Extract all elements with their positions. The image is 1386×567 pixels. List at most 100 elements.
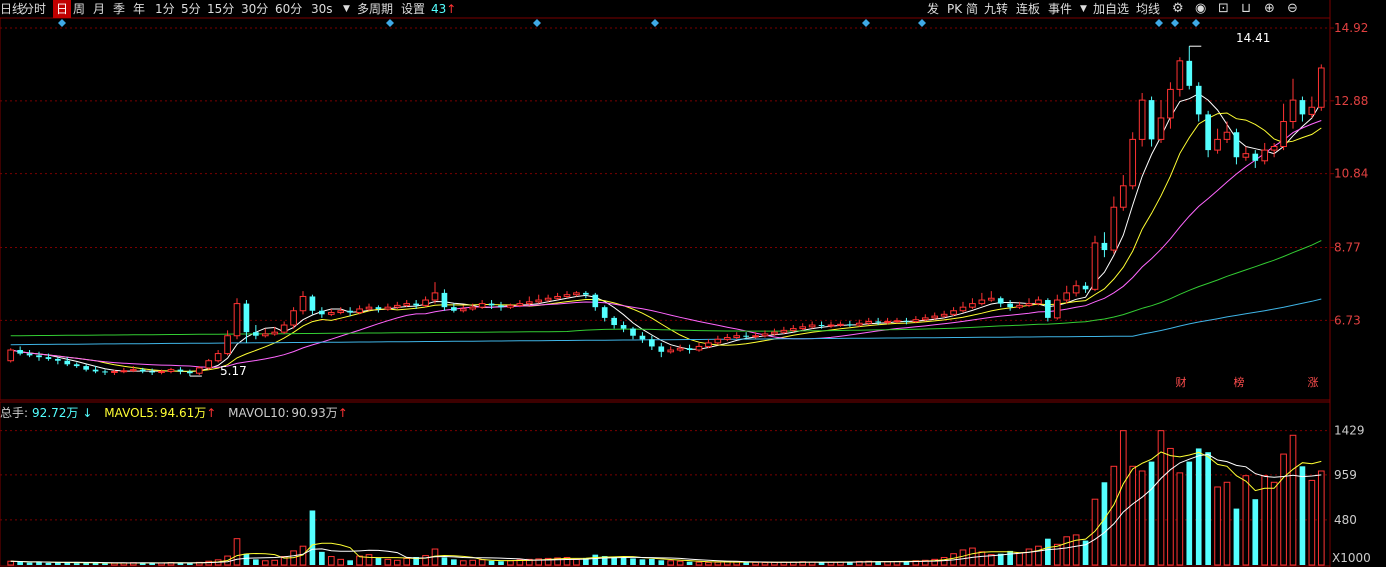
candle-body — [705, 342, 712, 347]
candle-body — [195, 367, 203, 374]
event-marker-icon — [58, 19, 66, 27]
volume-bar — [1148, 461, 1155, 565]
toolbar-item-6[interactable]: 年 — [133, 0, 145, 18]
toolbar-item-4[interactable]: 月 — [93, 0, 105, 18]
toolbar-item-1[interactable]: 分时 — [22, 0, 46, 18]
candle-body — [959, 306, 967, 312]
lock-icon[interactable]: ⊡ — [1218, 0, 1229, 18]
badge-finance[interactable]: 财 — [1174, 376, 1188, 390]
volume-bar — [818, 562, 825, 565]
candle-body — [1205, 114, 1211, 151]
period-dropdown-icon[interactable]: ▼ — [343, 0, 350, 18]
toolbar-item-14[interactable]: 设置 — [401, 0, 425, 18]
toolbar-item-9[interactable]: 15分 — [207, 0, 234, 18]
badge-limit-up[interactable]: 涨 — [1306, 376, 1320, 390]
volume-bar — [1280, 453, 1287, 566]
volume-tick-label: 480 — [1334, 513, 1357, 527]
volume-bar — [1186, 461, 1193, 565]
volume-bar — [1110, 465, 1118, 566]
zoom-out-icon[interactable]: ⊖ — [1287, 0, 1298, 18]
toolbar-item-15[interactable]: 43↑ — [431, 0, 456, 18]
candle-body — [1101, 242, 1108, 251]
event-marker-icon — [918, 19, 926, 27]
volume-bar — [393, 559, 401, 566]
candle-body — [723, 337, 731, 340]
candle-body — [253, 332, 259, 336]
kline-chart[interactable]: 14.92 12.88 10.84 8.77 6.73 1429 959 480 X1000 — [0, 0, 1386, 567]
candle-body — [1242, 153, 1250, 158]
toolbar-item-10[interactable]: 30分 — [241, 0, 268, 18]
candle-body — [601, 307, 608, 318]
toolbar-right-item-5[interactable]: 事件 — [1048, 0, 1072, 18]
toolbar-item-11[interactable]: 60分 — [275, 0, 302, 18]
candle-body — [921, 317, 929, 321]
candle-body — [36, 355, 42, 358]
candle-body — [271, 331, 279, 335]
volume-bar — [1233, 508, 1240, 565]
settings-icon[interactable]: ⚙ — [1172, 0, 1184, 18]
event-dropdown-icon[interactable]: ▼ — [1080, 0, 1087, 18]
toolbar-right-item-4[interactable]: 连板 — [1016, 0, 1040, 18]
candle-body — [365, 306, 373, 310]
candle-body — [544, 297, 552, 301]
low-price-value: 5.17 — [220, 364, 247, 378]
toolbar-right-item-1[interactable]: PK — [947, 0, 962, 18]
eye-icon[interactable]: ◉ — [1195, 0, 1206, 18]
event-marker-icon — [386, 19, 394, 27]
candle-body — [413, 303, 419, 306]
candle-body — [299, 295, 307, 312]
volume-bar — [478, 559, 486, 566]
toolbar-item-12[interactable]: 30s — [311, 0, 333, 18]
volume-bar — [365, 554, 373, 566]
candle-body — [535, 299, 543, 303]
volume-bar — [1242, 475, 1250, 566]
volume-bar — [271, 559, 279, 566]
candle-body — [875, 321, 881, 323]
badge-ranking[interactable]: 榜 — [1232, 376, 1246, 390]
event-marker-icon — [1192, 19, 1200, 27]
candle-body — [1270, 146, 1278, 151]
candle-body — [639, 335, 646, 340]
candle-body — [1045, 300, 1051, 318]
candle-body — [969, 303, 976, 308]
volume-bar — [620, 557, 627, 565]
candle-body — [337, 310, 345, 314]
candle-body — [356, 308, 363, 314]
toolbar-right-item-3[interactable]: 九转 — [984, 0, 1008, 18]
toolbar-item-2[interactable]: 日 — [53, 0, 72, 18]
candle-body — [1129, 138, 1137, 187]
volume-bar — [592, 554, 599, 565]
volume-bar — [187, 563, 193, 565]
volume-bar — [451, 559, 457, 565]
event-marker-icon — [533, 19, 541, 27]
toolbar-item-3[interactable]: 周 — [73, 0, 85, 18]
toolbar-right-item-0[interactable]: 发 — [927, 0, 939, 18]
toolbar-right-item-7[interactable]: 均线 — [1136, 0, 1160, 18]
candle-body — [45, 357, 52, 359]
volume-bar — [243, 553, 250, 565]
toolbar-item-0[interactable]: 日线 — [0, 0, 24, 18]
toolbar-item-13[interactable]: 多周期 — [357, 0, 393, 18]
candle-body — [26, 353, 33, 356]
lock-open-icon[interactable]: ⊔ — [1241, 0, 1251, 18]
toolbar-item-7[interactable]: 1分 — [155, 0, 175, 18]
volume-unit-label: X1000 — [1332, 551, 1371, 565]
volume-bar — [1007, 550, 1013, 565]
candle-body — [478, 303, 486, 308]
volume-bar — [507, 560, 514, 566]
candle-body — [931, 315, 939, 319]
zoom-in-icon[interactable]: ⊕ — [1264, 0, 1275, 18]
toolbar-item-8[interactable]: 5分 — [181, 0, 201, 18]
candle-body — [1148, 100, 1155, 140]
candle-body — [1299, 100, 1306, 115]
toolbar-right-item-6[interactable]: 加自选 — [1093, 0, 1129, 18]
candle-body — [83, 366, 89, 370]
candle-body — [620, 325, 627, 329]
volume-bar — [233, 538, 241, 566]
candle-body — [525, 301, 533, 305]
candle-body — [384, 306, 392, 310]
toolbar-item-5[interactable]: 季 — [113, 0, 125, 18]
toolbar-right-item-2[interactable]: 简 — [966, 0, 978, 18]
volume-bar — [1270, 481, 1278, 566]
candle-body — [403, 303, 411, 306]
